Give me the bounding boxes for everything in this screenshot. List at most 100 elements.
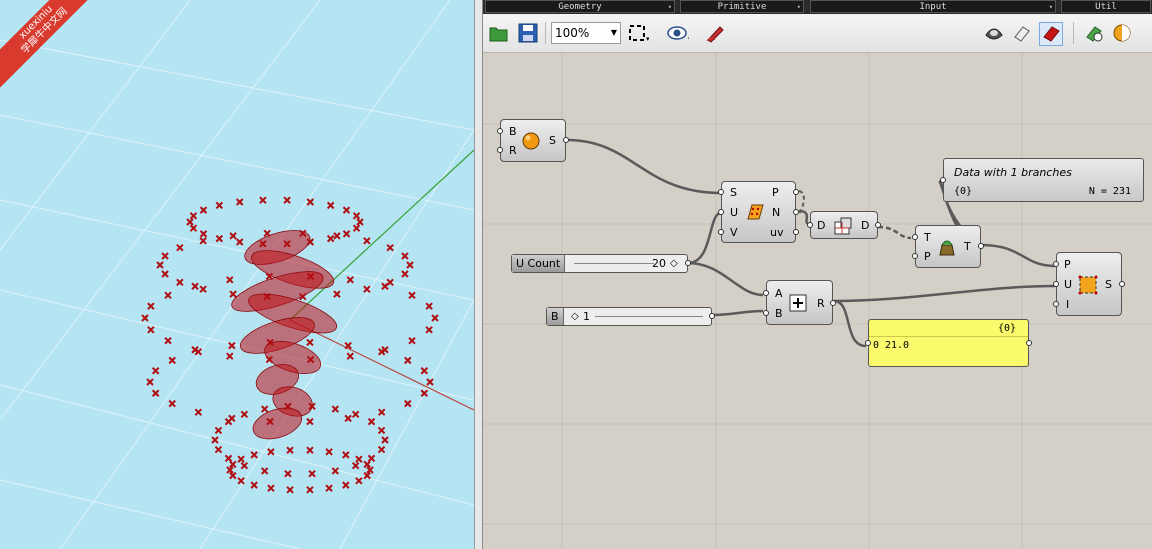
- slider-track[interactable]: [574, 263, 654, 264]
- divide-surface-component[interactable]: S U V P N uv: [718, 181, 799, 243]
- output-grip[interactable]: [793, 189, 799, 195]
- evaluate-surface-component[interactable]: P U I S: [1053, 252, 1125, 316]
- point-marker: [306, 198, 315, 206]
- definition-canvas[interactable]: B R S S U V P N uv D D T P T A B R P U I…: [483, 53, 1152, 549]
- point-marker: [346, 276, 354, 284]
- slider-handle-icon[interactable]: ◇: [571, 308, 579, 325]
- output-grip[interactable]: [563, 137, 569, 143]
- save-file-button[interactable]: [517, 22, 539, 44]
- point-marker: [161, 252, 169, 260]
- input-grip[interactable]: [718, 189, 724, 195]
- input-grip[interactable]: [763, 310, 769, 316]
- pane-splitter[interactable]: [474, 0, 483, 549]
- point-marker: [401, 252, 409, 260]
- output-grip[interactable]: [793, 209, 799, 215]
- output-grip[interactable]: [978, 243, 984, 249]
- sphere-component[interactable]: B R S: [497, 119, 569, 162]
- u-count-slider[interactable]: U Count 20 ◇: [511, 254, 691, 273]
- point-marker: [420, 367, 429, 375]
- input-grip[interactable]: [763, 290, 769, 296]
- input-grip[interactable]: [1053, 281, 1059, 287]
- point-marker: [267, 484, 275, 492]
- slider-handle-icon[interactable]: ◇: [670, 255, 678, 272]
- point-marker: [283, 196, 291, 204]
- point-marker: [366, 466, 374, 474]
- point-marker: [284, 469, 292, 478]
- zoom-extents-icon: ▾: [629, 25, 649, 43]
- point-marker: [344, 341, 352, 350]
- point-marker: [401, 270, 409, 278]
- tree-stump-icon: [939, 240, 955, 256]
- output-panel[interactable]: {0} 0 21.0: [865, 319, 1032, 367]
- zoom-extents-button[interactable]: ▾: [627, 22, 649, 44]
- output-grip[interactable]: [830, 300, 836, 306]
- b-slider[interactable]: B ◇ 1: [546, 307, 715, 326]
- point-marker: [147, 302, 155, 310]
- point-marker: [224, 454, 233, 463]
- tab-primitive[interactable]: Primitive ▾: [680, 0, 804, 13]
- output-grip[interactable]: [1119, 281, 1125, 287]
- tab-input[interactable]: Input ▾: [810, 0, 1056, 13]
- input-grip[interactable]: [807, 222, 813, 228]
- output-grip[interactable]: [793, 229, 799, 235]
- sketch-button[interactable]: [705, 22, 727, 44]
- rhino-viewport[interactable]: xuexiniu 学犀牛中文网: [0, 0, 474, 549]
- preview-shaded-button[interactable]: [1039, 22, 1063, 46]
- point-marker: [404, 356, 412, 365]
- slider-track[interactable]: [595, 316, 703, 317]
- point-marker: [215, 234, 224, 243]
- input-grip[interactable]: [718, 229, 724, 235]
- component-tabs: Geometry ▾ Primitive ▾ Input ▾ Util: [483, 0, 1152, 14]
- input-grip[interactable]: [718, 209, 724, 215]
- open-file-button[interactable]: [488, 22, 510, 44]
- point-marker: [286, 486, 294, 494]
- preview-off-button[interactable]: [983, 22, 1005, 44]
- color-button[interactable]: [1111, 22, 1133, 44]
- param-viewer[interactable]: Data with 1 branches {0} N = 231: [940, 158, 1144, 202]
- point-marker: [381, 436, 389, 444]
- point-marker: [333, 290, 341, 298]
- tab-geometry[interactable]: Geometry ▾: [485, 0, 675, 13]
- output-grip[interactable]: [875, 222, 881, 228]
- input-grip[interactable]: [912, 253, 918, 259]
- point-marker: [367, 454, 376, 463]
- input-grip[interactable]: [865, 340, 871, 346]
- tab-util[interactable]: Util: [1061, 0, 1151, 13]
- input-grip[interactable]: [1053, 261, 1059, 267]
- output-uv-label: uv: [770, 226, 784, 239]
- output-grip[interactable]: [709, 313, 715, 319]
- point-marker: [168, 399, 176, 408]
- preview-mode-button[interactable]: ▾: [667, 22, 689, 44]
- point-marker: [326, 201, 335, 210]
- slider-name: B: [547, 308, 564, 325]
- tab-arrow-icon: ▾: [1048, 3, 1053, 11]
- point-marker: [240, 461, 249, 470]
- slider-value: 20: [652, 257, 666, 270]
- point-marker: [355, 455, 363, 463]
- zoom-select[interactable]: 100% ▼: [551, 22, 621, 44]
- data-component[interactable]: D D: [807, 211, 881, 239]
- output-s-label: S: [1105, 278, 1112, 291]
- input-grip[interactable]: [497, 128, 503, 134]
- input-grip[interactable]: [497, 147, 503, 153]
- input-b-label: B: [775, 307, 783, 320]
- input-grip[interactable]: [912, 234, 918, 240]
- point-marker: [404, 399, 412, 408]
- shift-list-component[interactable]: T P T: [912, 225, 984, 268]
- point-marker: [352, 224, 361, 232]
- preview-wire-button[interactable]: [1011, 22, 1033, 44]
- output-grip[interactable]: [1026, 340, 1032, 346]
- bake-button[interactable]: [1083, 22, 1105, 44]
- point-marker: [199, 285, 207, 293]
- output-grip[interactable]: [685, 260, 691, 266]
- input-r-label: R: [509, 144, 517, 157]
- output-r-label: R: [817, 297, 825, 310]
- point-marker: [426, 378, 434, 386]
- input-grip[interactable]: [940, 177, 946, 183]
- point-marker: [146, 378, 154, 386]
- addition-component[interactable]: A B R: [763, 280, 836, 325]
- point-marker: [342, 481, 350, 489]
- input-i-label: I: [1066, 298, 1070, 311]
- point-marker: [406, 261, 414, 269]
- input-grip[interactable]: [1053, 301, 1059, 307]
